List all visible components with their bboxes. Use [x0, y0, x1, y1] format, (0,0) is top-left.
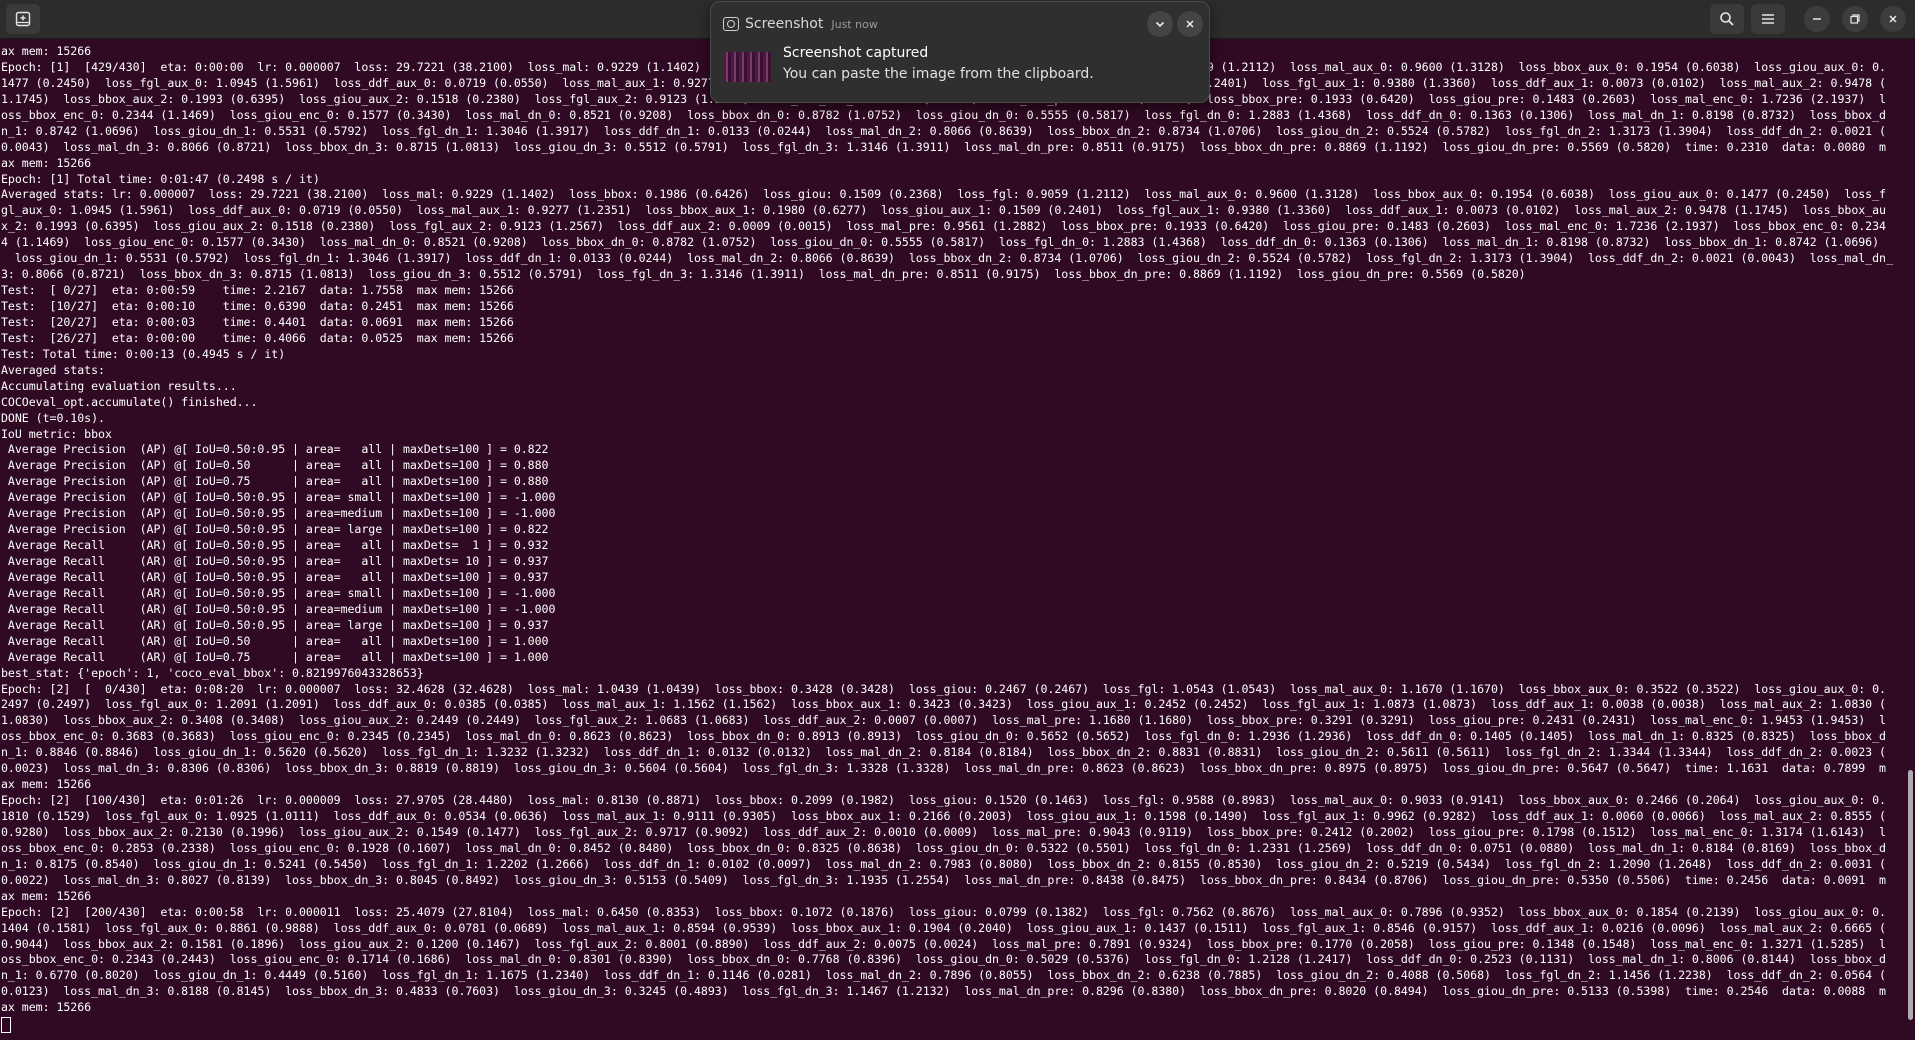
- terminal-line: n_1: 0.6770 (0.8020) loss_giou_dn_1: 0.4…: [1, 968, 1886, 983]
- terminal-line: n_1: 0.8175 (0.8540) loss_giou_dn_1: 0.5…: [1, 856, 1886, 871]
- terminal-line: gl_aux_0: 1.0945 (1.5961) loss_ddf_aux_0…: [1, 203, 1886, 218]
- terminal-line: Averaged stats:: [1, 362, 105, 377]
- terminal-line: n_1: 0.8846 (0.8846) loss_giou_dn_1: 0.5…: [1, 745, 1886, 760]
- terminal-line: 0.0023) loss_mal_dn_3: 0.8306 (0.8306) l…: [1, 761, 1886, 776]
- close-window-button[interactable]: [1880, 6, 1906, 32]
- terminal-line: Epoch: [2] [100/430] eta: 0:01:26 lr: 0.…: [1, 793, 1886, 808]
- terminal-line: oss_bbox_enc_0: 0.2344 (1.1469) loss_gio…: [1, 107, 1886, 122]
- notification-app-name: Screenshot: [745, 16, 824, 32]
- terminal-line: ax mem: 15266: [1, 155, 92, 170]
- terminal-line: Average Precision (AP) @[ IoU=0.50:0.95 …: [1, 506, 556, 521]
- search-icon: [1720, 12, 1734, 26]
- terminal-line: Average Recall (AR) @[ IoU=0.50:0.95 | a…: [1, 617, 549, 632]
- restore-button[interactable]: [1842, 6, 1868, 32]
- terminal-line: 3: 0.8066 (0.8721) loss_bbox_dn_3: 0.871…: [1, 267, 1526, 282]
- terminal-line: Average Recall (AR) @[ IoU=0.50:0.95 | a…: [1, 569, 549, 584]
- terminal-scrollbar[interactable]: [1908, 770, 1913, 1020]
- terminal-line: n_1: 0.8742 (1.0696) loss_giou_dn_1: 0.5…: [1, 123, 1886, 138]
- terminal-line: oss_bbox_enc_0: 0.3683 (0.3683) loss_gio…: [1, 729, 1886, 744]
- terminal-line: Epoch: [2] [ 0/430] eta: 0:08:20 lr: 0.0…: [1, 681, 1886, 696]
- terminal-line: best_stat: {'epoch': 1, 'coco_eval_bbox'…: [1, 665, 424, 680]
- terminal-line: 0.0043) loss_mal_dn_3: 0.8066 (0.8721) l…: [1, 139, 1886, 154]
- terminal-output[interactable]: ax mem: 15266 Epoch: [1] [429/430] eta: 0…: [1, 44, 1909, 1040]
- terminal-line: COCOeval_opt.accumulate() finished...: [1, 394, 258, 409]
- terminal-line: 0.9044) loss_bbox_aux_2: 0.1581 (0.1896)…: [1, 936, 1886, 951]
- terminal-line: Average Recall (AR) @[ IoU=0.50 | area= …: [1, 633, 549, 648]
- terminal-line: Average Recall (AR) @[ IoU=0.50:0.95 | a…: [1, 538, 549, 553]
- text-cursor: [1, 1017, 11, 1034]
- terminal-line: ax mem: 15266: [1, 1000, 92, 1015]
- terminal-line: DONE (t=0.10s).: [1, 410, 105, 425]
- terminal-line: 1404 (0.1581) loss_fgl_aux_0: 0.8861 (0.…: [1, 920, 1886, 935]
- terminal-line: Average Precision (AP) @[ IoU=0.75 | are…: [1, 474, 549, 489]
- terminal-prompt-line[interactable]: [1, 1016, 1909, 1034]
- menu-button[interactable]: [1751, 4, 1785, 34]
- terminal-line: Average Recall (AR) @[ IoU=0.50:0.95 | a…: [1, 585, 556, 600]
- terminal-line: Averaged stats: lr: 0.000007 loss: 29.72…: [1, 187, 1886, 202]
- terminal-line: Test: [10/27] eta: 0:00:10 time: 0.6390 …: [1, 299, 514, 313]
- terminal-line: Test: [ 0/27] eta: 0:00:59 time: 2.2167 …: [1, 283, 514, 298]
- terminal-line: 1810 (0.1529) loss_fgl_aux_0: 1.0925 (1.…: [1, 809, 1886, 823]
- chevron-down-icon: [1155, 21, 1165, 28]
- notification-body: You can paste the image from the clipboa…: [783, 66, 1094, 82]
- terminal-line: ax mem: 15266: [1, 888, 92, 903]
- terminal-line: 0.0123) loss_mal_dn_3: 0.8188 (0.8145) l…: [1, 984, 1886, 999]
- terminal-line: 0.9280) loss_bbox_aux_2: 0.2130 (0.1996)…: [1, 824, 1886, 839]
- terminal-line: Epoch: [2] [200/430] eta: 0:00:58 lr: 0.…: [1, 904, 1886, 919]
- notification-time: Just now: [831, 17, 878, 31]
- terminal-line: Average Precision (AP) @[ IoU=0.50:0.95 …: [1, 442, 549, 457]
- screenshot-notification[interactable]: Screenshot Just now Screenshot captured …: [710, 1, 1210, 103]
- minimize-icon: [1813, 18, 1821, 20]
- terminal-line: Epoch: [1] Total time: 0:01:47 (0.2498 s…: [1, 171, 320, 186]
- new-tab-button[interactable]: [6, 4, 40, 34]
- terminal-line: IoU metric: bbox: [1, 426, 112, 441]
- terminal-line: Test: Total time: 0:00:13 (0.4945 s / it…: [1, 346, 286, 361]
- screenshot-app-icon: [723, 17, 739, 31]
- notification-title: Screenshot captured: [783, 45, 929, 61]
- minimize-button[interactable]: [1804, 6, 1830, 32]
- terminal-line: 0.0022) loss_mal_dn_3: 0.8027 (0.8139) l…: [1, 872, 1886, 887]
- terminal-line: 2497 (0.2497) loss_fgl_aux_0: 1.2091 (1.…: [1, 697, 1886, 712]
- terminal-line: Average Precision (AP) @[ IoU=0.50 | are…: [1, 458, 549, 473]
- terminal-line: oss_bbox_enc_0: 0.2343 (0.2443) loss_gio…: [1, 952, 1886, 967]
- terminal-line: 4 (1.1469) loss_giou_enc_0: 0.1577 (0.34…: [1, 235, 1880, 250]
- expand-notification-button[interactable]: [1147, 11, 1173, 37]
- terminal-line: Average Precision (AP) @[ IoU=0.50:0.95 …: [1, 522, 549, 537]
- new-tab-icon: [15, 11, 31, 27]
- terminal-line: ax mem: 15266: [1, 777, 92, 792]
- terminal-line: x_2: 0.1993 (0.6395) loss_giou_aux_2: 0.…: [1, 219, 1886, 234]
- terminal-line: Average Recall (AR) @[ IoU=0.75 | area= …: [1, 649, 549, 664]
- terminal-line: Average Recall (AR) @[ IoU=0.50:0.95 | a…: [1, 601, 556, 616]
- terminal-line: Test: [26/27] eta: 0:00:00 time: 0.4066 …: [1, 330, 514, 345]
- terminal-line: oss_bbox_enc_0: 0.2853 (0.2338) loss_gio…: [1, 840, 1886, 855]
- close-icon: [1186, 20, 1194, 28]
- dismiss-notification-button[interactable]: [1177, 11, 1203, 37]
- notification-header: Screenshot Just now: [723, 13, 878, 35]
- close-icon: [1889, 15, 1897, 23]
- terminal-line: Test: [20/27] eta: 0:00:03 time: 0.4401 …: [1, 314, 514, 329]
- screenshot-thumbnail: [723, 52, 771, 82]
- terminal-line: loss_giou_dn_1: 0.5531 (0.5792) loss_fgl…: [1, 251, 1893, 266]
- hamburger-menu-icon: [1762, 14, 1774, 24]
- terminal-line: Accumulating evaluation results...: [1, 378, 237, 393]
- restore-icon: [1850, 14, 1860, 24]
- search-button[interactable]: [1710, 4, 1744, 34]
- terminal-line: 1.0830) loss_bbox_aux_2: 0.3408 (0.3408)…: [1, 713, 1886, 728]
- terminal-line: Average Recall (AR) @[ IoU=0.50:0.95 | a…: [1, 554, 549, 568]
- terminal-line: Average Precision (AP) @[ IoU=0.50:0.95 …: [1, 490, 556, 505]
